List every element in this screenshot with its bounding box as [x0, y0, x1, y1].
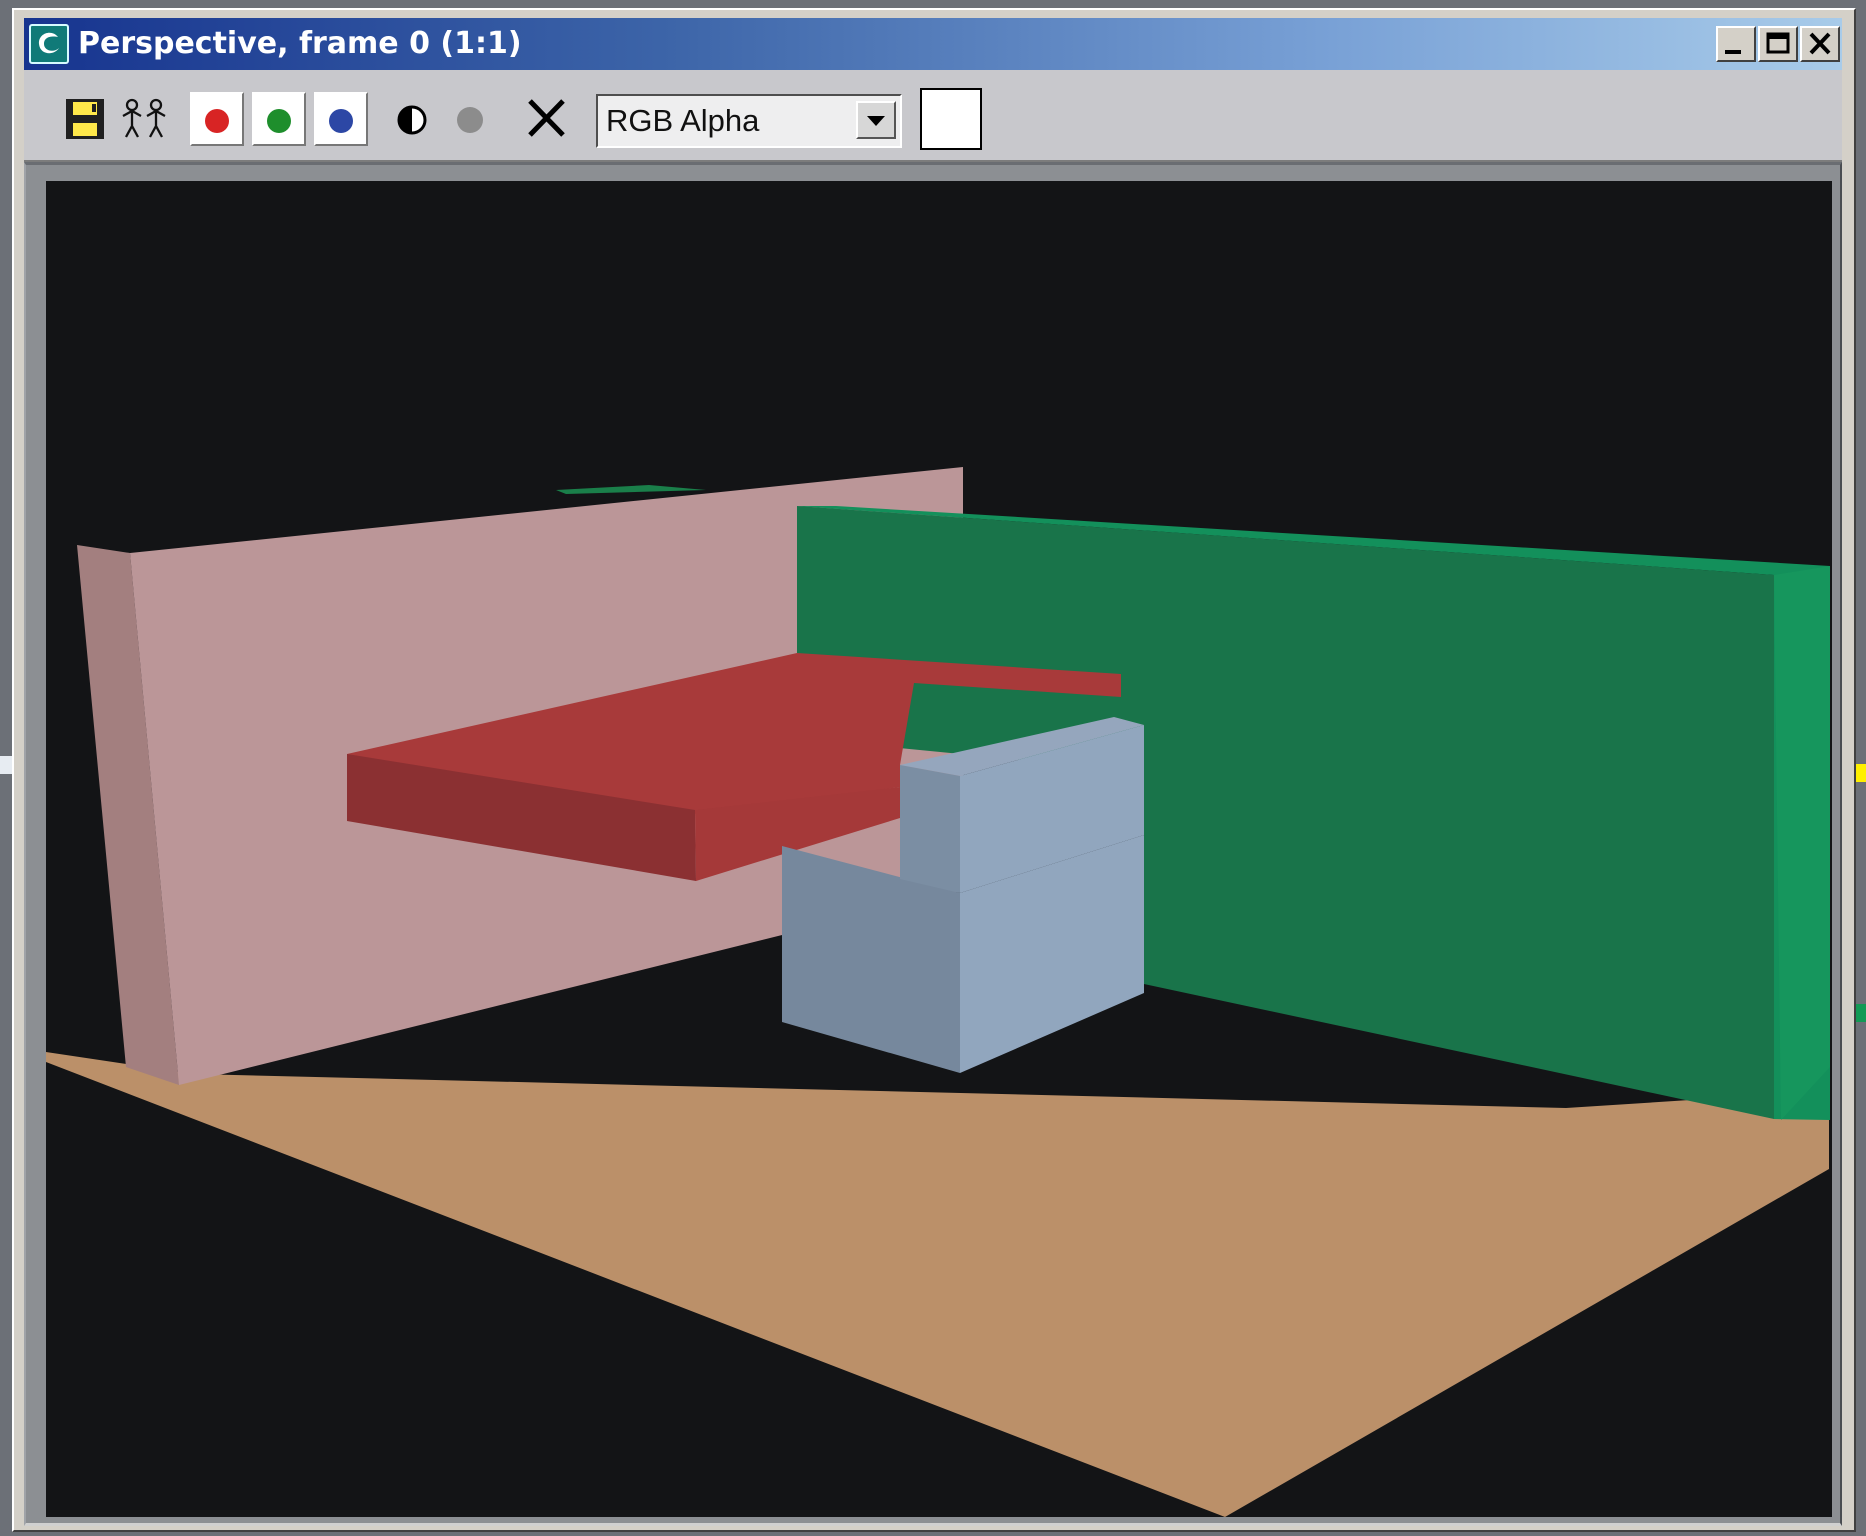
red-channel-toggle[interactable]	[190, 92, 244, 146]
channel-select-arrow[interactable]	[856, 101, 896, 139]
blue-box-upper-front	[900, 765, 960, 893]
close-button[interactable]	[1800, 26, 1840, 62]
minimize-button[interactable]	[1716, 26, 1756, 62]
render-viewport-frame	[24, 162, 1842, 1526]
blue-channel-toggle[interactable]	[314, 92, 368, 146]
monochrome-toggle[interactable]	[388, 96, 436, 144]
background-edge-left	[0, 756, 12, 774]
clear-button[interactable]	[518, 90, 574, 146]
alpha-channel-toggle[interactable]	[446, 96, 494, 144]
channel-select-value: RGB Alpha	[606, 103, 760, 138]
background-edge-green	[1856, 1004, 1866, 1022]
rendered-image	[46, 181, 1832, 1517]
channel-select[interactable]: RGB Alpha	[596, 94, 902, 148]
title-bar[interactable]: Perspective, frame 0 (1:1)	[24, 18, 1842, 70]
maximize-button[interactable]	[1758, 26, 1798, 62]
clone-window-button[interactable]	[118, 92, 172, 146]
green-wall-edge	[1774, 566, 1830, 1120]
render-frame-window: Perspective, frame 0 (1:1) RGB Alpha	[12, 8, 1856, 1532]
render-toolbar: RGB Alpha	[24, 70, 1842, 162]
color-swatch[interactable]	[920, 88, 982, 150]
background-edge-right	[1856, 764, 1866, 782]
save-image-button[interactable]	[58, 92, 112, 146]
window-title: Perspective, frame 0 (1:1)	[78, 26, 522, 61]
green-channel-toggle[interactable]	[252, 92, 306, 146]
app-icon	[29, 24, 69, 64]
